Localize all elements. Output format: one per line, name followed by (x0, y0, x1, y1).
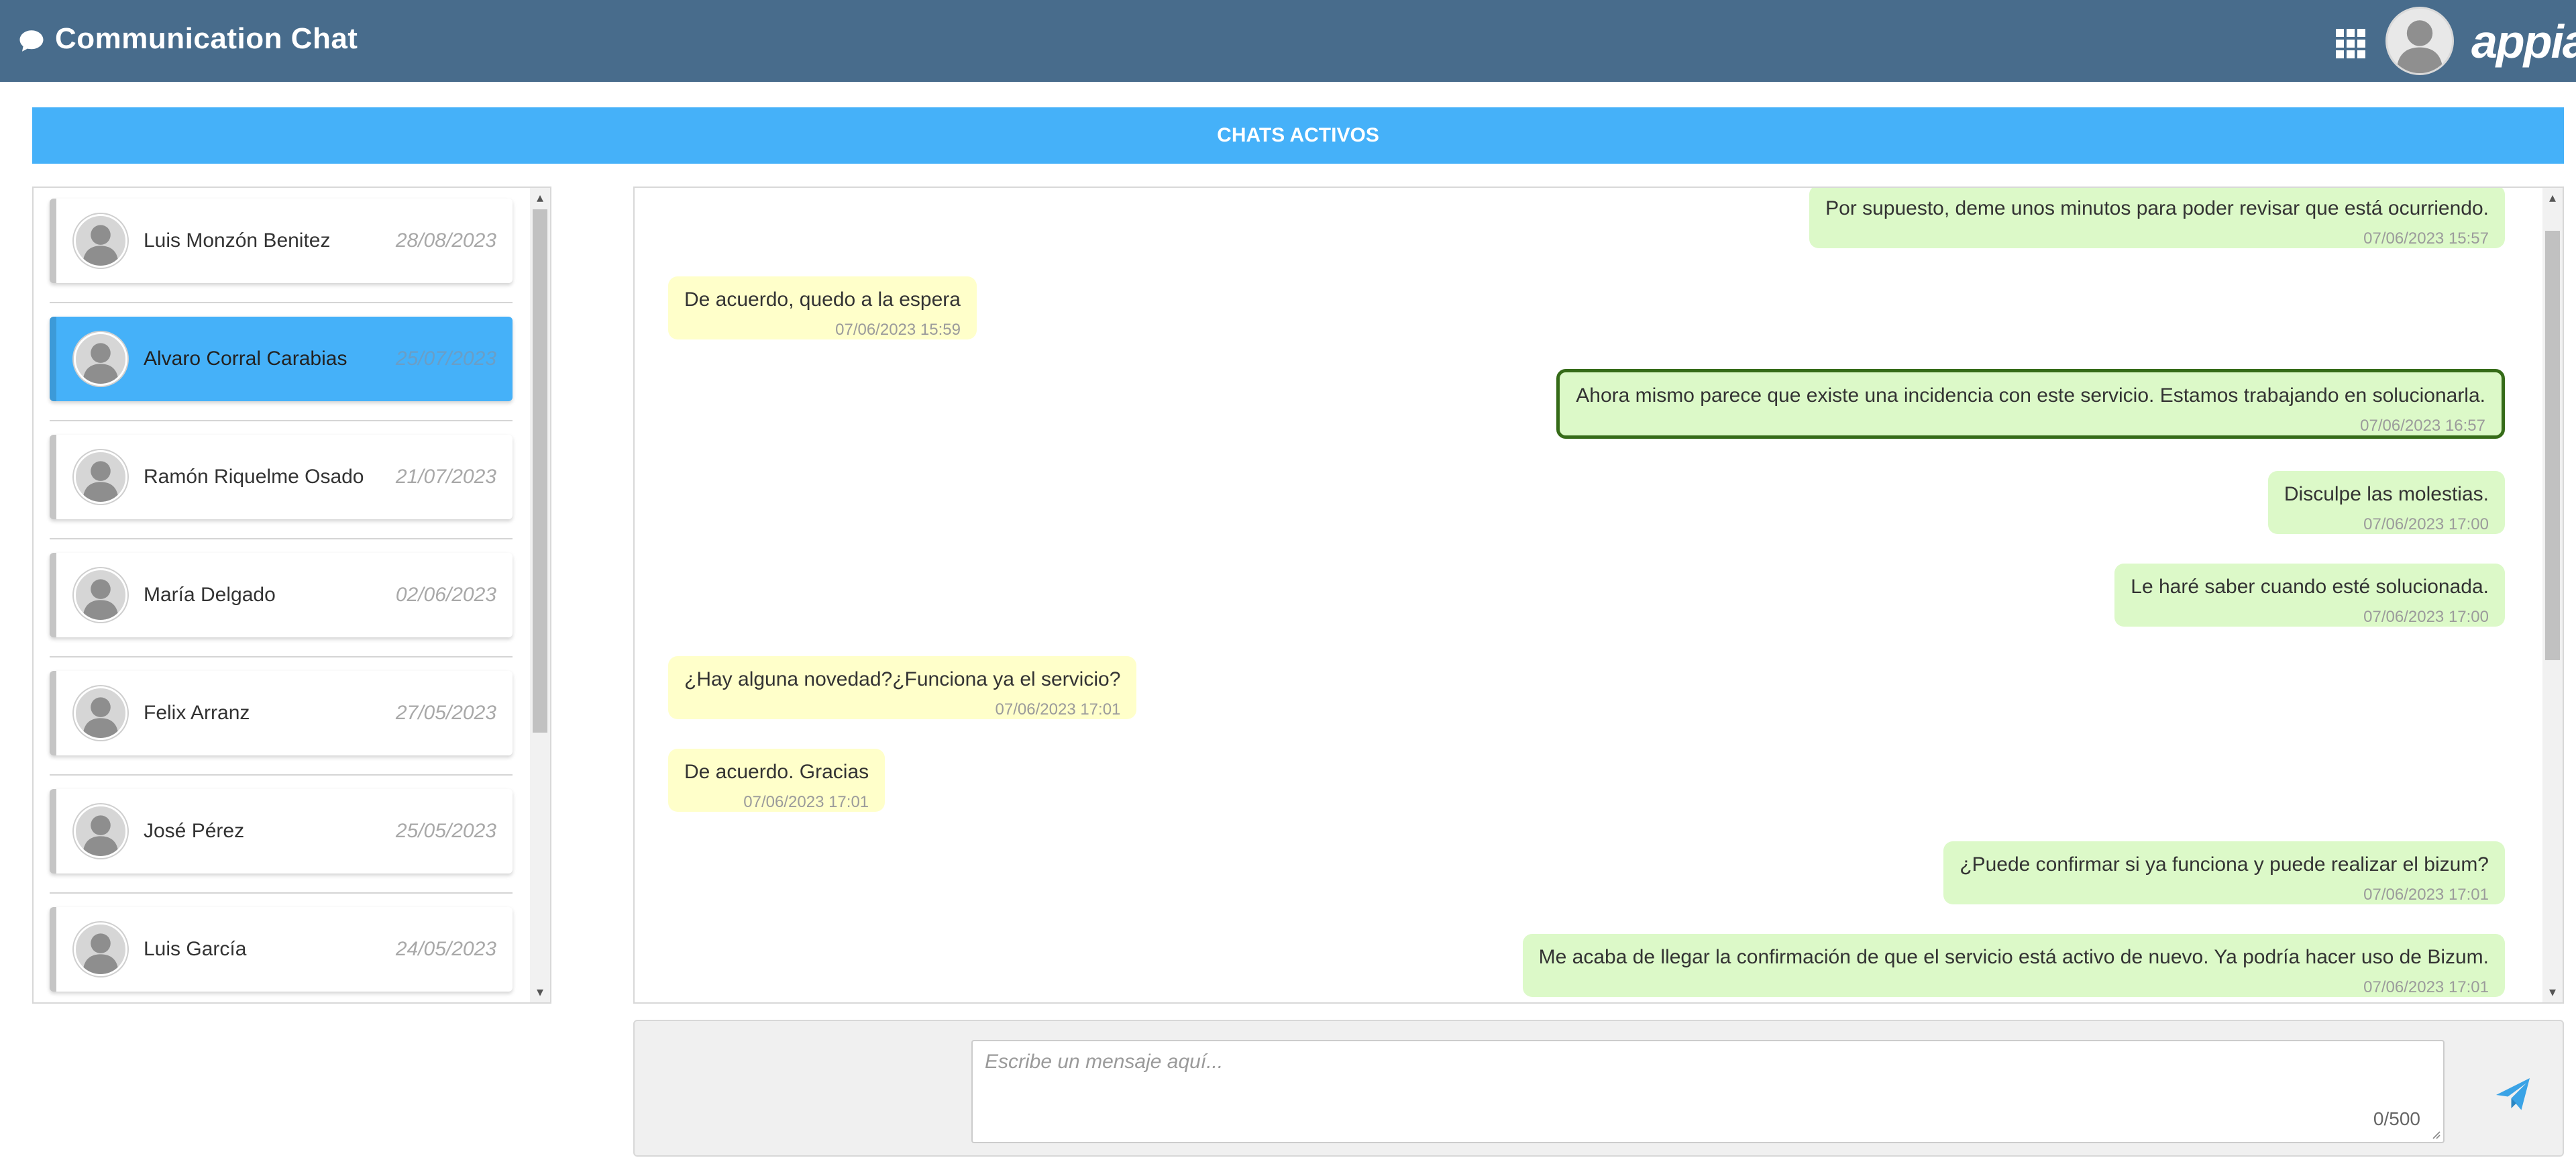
contact-name: Alvaro Corral Carabias (144, 348, 347, 370)
contact-avatar (74, 332, 127, 386)
user-silhouette-icon (83, 933, 119, 974)
scroll-up-icon[interactable]: ▴ (2542, 188, 2563, 208)
user-silhouette-icon (83, 697, 119, 738)
user-silhouette-icon (83, 461, 119, 502)
contact-name: Ramón Riquelme Osado (144, 466, 364, 488)
message-time: 07/06/2023 15:59 (835, 321, 961, 339)
divider (50, 302, 513, 303)
contact-avatar (74, 214, 127, 268)
message-incoming: ¿Hay alguna novedad?¿Funciona ya el serv… (668, 656, 1137, 719)
contact-avatar (74, 686, 127, 740)
message-outgoing-highlighted: Ahora mismo parece que existe una incide… (1556, 369, 2505, 439)
message-incoming: De acuerdo, quedo a la espera 07/06/2023… (668, 276, 977, 339)
message-time: 07/06/2023 15:57 (2363, 229, 2489, 248)
message-time: 07/06/2023 17:01 (2363, 978, 2489, 996)
contacts-list: Luis Monzón Benitez 28/08/2023 Alvaro Co… (32, 187, 551, 1004)
message-outgoing: ¿Puede confirmar si ya funciona y puede … (1943, 841, 2505, 904)
message-text: De acuerdo, quedo a la espera (684, 288, 961, 311)
character-counter: 0/500 (2373, 1108, 2420, 1129)
scroll-down-icon[interactable]: ▾ (530, 982, 550, 1002)
contact-name: Felix Arranz (144, 702, 250, 724)
user-silhouette-icon (83, 343, 119, 384)
message-text: ¿Puede confirmar si ya funciona y puede … (1960, 853, 2489, 876)
message-time: 07/06/2023 17:01 (995, 700, 1121, 719)
messages-panel: Por supuesto, deme unos minutos para pod… (633, 187, 2564, 1004)
resize-handle-icon[interactable] (2430, 1128, 2440, 1139)
contact-name: Luis Monzón Benitez (144, 229, 331, 252)
divider (50, 420, 513, 421)
divider (50, 774, 513, 776)
contact-avatar (74, 804, 127, 858)
contact-name: José Pérez (144, 820, 245, 842)
message-text: ¿Hay alguna novedad?¿Funciona ya el serv… (684, 668, 1121, 690)
app-title: Communication Chat (55, 22, 358, 55)
chat-bubble-icon (19, 30, 44, 52)
contact-item[interactable]: Felix Arranz 27/05/2023 (50, 671, 513, 755)
user-silhouette-icon (83, 815, 119, 856)
contact-date: 21/07/2023 (395, 466, 496, 488)
user-silhouette-icon (83, 225, 119, 266)
contact-date: 24/05/2023 (395, 938, 496, 960)
user-avatar[interactable] (2385, 7, 2454, 75)
contact-item[interactable]: Luis Monzón Benitez 28/08/2023 (50, 199, 513, 283)
grid-icon[interactable] (2336, 29, 2365, 58)
contact-date: 25/05/2023 (395, 820, 496, 842)
contact-item[interactable]: Ramón Riquelme Osado 21/07/2023 (50, 435, 513, 519)
message-composer: Escribe un mensaje aquí... 0/500 (633, 1020, 2564, 1157)
active-chats-title: CHATS ACTIVOS (1217, 124, 1379, 146)
contact-avatar (74, 922, 127, 976)
message-text: Por supuesto, deme unos minutos para pod… (1825, 197, 2489, 219)
message-outgoing: Me acaba de llegar la confirmación de qu… (1522, 934, 2505, 997)
contact-date: 02/06/2023 (395, 584, 496, 606)
message-text: Me acaba de llegar la confirmación de qu… (1538, 946, 2489, 968)
message-text: Ahora mismo parece que existe una incide… (1576, 384, 2485, 407)
scroll-thumb[interactable] (533, 209, 547, 733)
divider (50, 656, 513, 657)
send-icon[interactable] (2493, 1075, 2533, 1115)
active-chats-banner: CHATS ACTIVOS (32, 107, 2564, 164)
contact-item[interactable]: José Pérez 25/05/2023 (50, 789, 513, 874)
message-outgoing: Le haré saber cuando esté solucionada. 0… (2114, 564, 2505, 627)
appian-logo: appian (2471, 15, 2576, 68)
scroll-down-icon[interactable]: ▾ (2542, 982, 2563, 1002)
scroll-up-icon[interactable]: ▴ (530, 188, 550, 208)
message-placeholder: Escribe un mensaje aquí... (985, 1051, 1224, 1073)
app-header: Communication Chat appian (0, 0, 2576, 82)
messages-scrollbar[interactable]: ▴ ▾ (2542, 188, 2563, 1002)
contact-name: María Delgado (144, 584, 276, 606)
contact-date: 28/08/2023 (395, 229, 496, 252)
message-outgoing: Por supuesto, deme unos minutos para pod… (1809, 188, 2505, 248)
contact-date: 25/07/2023 (395, 348, 496, 370)
message-text: De acuerdo. Gracias (684, 761, 869, 783)
contact-item-selected[interactable]: Alvaro Corral Carabias 25/07/2023 (50, 317, 513, 401)
message-time: 07/06/2023 17:01 (2363, 886, 2489, 904)
contact-avatar (74, 450, 127, 504)
contact-item[interactable]: Luis García 24/05/2023 (50, 907, 513, 992)
contact-item[interactable]: María Delgado 02/06/2023 (50, 553, 513, 637)
scroll-thumb[interactable] (2545, 231, 2560, 660)
message-time: 07/06/2023 17:00 (2363, 608, 2489, 626)
message-outgoing: Disculpe las molestias. 07/06/2023 17:00 (2267, 471, 2505, 534)
message-time: 07/06/2023 17:01 (743, 793, 869, 811)
contacts-scrollbar[interactable]: ▴ ▾ (530, 188, 550, 1002)
contact-name: Luis García (144, 938, 247, 960)
message-input[interactable]: Escribe un mensaje aquí... 0/500 (971, 1040, 2445, 1143)
message-incoming: De acuerdo. Gracias 07/06/2023 17:01 (668, 749, 885, 812)
message-time: 07/06/2023 17:00 (2363, 515, 2489, 533)
contact-avatar (74, 568, 127, 622)
user-silhouette-icon (83, 579, 119, 620)
divider (50, 538, 513, 539)
message-text: Disculpe las molestias. (2284, 483, 2489, 505)
contact-date: 27/05/2023 (395, 702, 496, 724)
message-text: Le haré saber cuando esté solucionada. (2131, 576, 2489, 598)
message-time: 07/06/2023 16:57 (2360, 417, 2485, 435)
user-silhouette-icon (2396, 20, 2443, 73)
divider (50, 892, 513, 894)
